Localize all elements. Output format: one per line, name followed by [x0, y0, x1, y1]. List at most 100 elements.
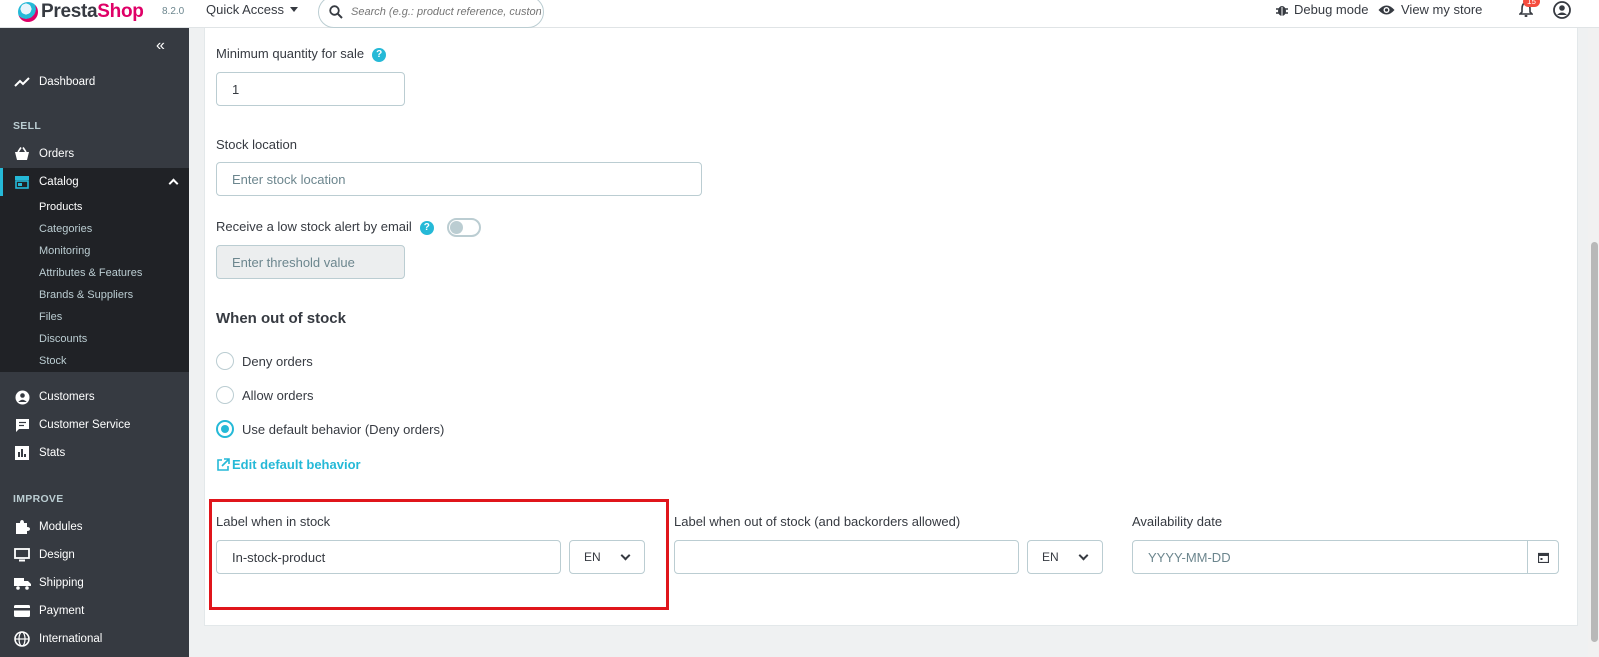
globe-icon — [13, 630, 31, 648]
truck-icon — [13, 574, 31, 592]
quick-access-label: Quick Access — [206, 2, 285, 17]
submenu-item-files[interactable]: Files — [0, 306, 189, 328]
sidebar-item-catalog[interactable]: Catalog — [0, 168, 189, 196]
scrollbar-thumb[interactable] — [1591, 242, 1598, 642]
chevron-down-icon — [1078, 550, 1089, 561]
radio-default-label: Use default behavior (Deny orders) — [242, 421, 445, 437]
view-store-label: View my store — [1401, 2, 1483, 17]
search-box[interactable] — [318, 0, 544, 28]
logo-text: PrestaShop — [41, 1, 144, 22]
sidebar-item-stats[interactable]: Stats — [0, 439, 189, 467]
eye-icon — [1378, 5, 1395, 14]
collapse-sidebar-icon[interactable]: « — [156, 37, 165, 55]
low-stock-alert-text: Receive a low stock alert by email — [216, 219, 412, 234]
section-improve: IMPROVE — [13, 493, 64, 505]
bug-icon — [1276, 5, 1288, 16]
radio-allow-label: Allow orders — [242, 387, 314, 403]
sidebar-item-international[interactable]: International — [0, 625, 189, 653]
credit-card-icon — [13, 602, 31, 620]
threshold-input[interactable] — [216, 245, 405, 279]
open-in-new-icon — [217, 457, 230, 471]
submenu-item-attributes-features[interactable]: Attributes & Features — [0, 262, 189, 284]
view-store-link[interactable]: View my store — [1378, 2, 1482, 17]
sidebar-item-label: Stats — [39, 447, 66, 459]
toggle-knob — [450, 221, 463, 234]
submenu-item-discounts[interactable]: Discounts — [0, 328, 189, 350]
search-input[interactable] — [351, 6, 541, 18]
debug-mode-label: Debug mode — [1294, 2, 1369, 17]
prestashop-logo-icon — [18, 2, 38, 22]
radio-circle — [216, 386, 234, 404]
highlight-box — [209, 499, 669, 610]
sidebar-item-label: International — [39, 633, 103, 645]
sidebar-item-label: Customer Service — [39, 419, 131, 431]
availability-date-label: Availability date — [1132, 514, 1223, 529]
shopping-basket-icon — [13, 145, 31, 163]
stock-location-input[interactable] — [216, 162, 702, 196]
sidebar-item-label: Payment — [39, 605, 85, 617]
puzzle-icon — [13, 518, 31, 536]
user-account-icon[interactable] — [1553, 1, 1571, 19]
store-icon — [13, 173, 31, 191]
sidebar-item-label: Orders — [39, 148, 75, 160]
sidebar-item-design[interactable]: Design — [0, 541, 189, 569]
sidebar-item-label: Modules — [39, 521, 83, 533]
label-out-of-stock-label: Label when out of stock (and backorders … — [674, 514, 961, 529]
radio-allow-orders[interactable]: Allow orders — [216, 386, 314, 404]
sidebar-item-customer-service[interactable]: Customer Service — [0, 411, 189, 439]
sidebar-item-label: Customers — [39, 391, 95, 403]
monitor-icon — [13, 546, 31, 564]
min-qty-label: Minimum quantity for sale? — [216, 46, 387, 62]
out-of-stock-heading: When out of stock — [216, 310, 346, 327]
sidebar-item-shipping[interactable]: Shipping — [0, 569, 189, 597]
sidebar-item-orders[interactable]: Orders — [0, 140, 189, 168]
submenu-item-monitoring[interactable]: Monitoring — [0, 240, 189, 262]
min-qty-label-text: Minimum quantity for sale — [216, 46, 365, 61]
section-sell: SELL — [13, 120, 42, 132]
calendar-icon — [1537, 552, 1549, 563]
availability-date-input[interactable] — [1132, 540, 1528, 574]
chevron-up-icon — [168, 178, 179, 189]
edit-default-behavior-label: Edit default behavior — [232, 457, 361, 472]
search-icon — [329, 5, 343, 19]
language-select-out-of-stock[interactable]: EN — [1027, 540, 1103, 574]
help-icon[interactable]: ? — [419, 220, 434, 235]
sidebar-item-modules[interactable]: Modules — [0, 513, 189, 541]
language-code: EN — [1042, 550, 1059, 564]
sidebar-item-label: Design — [39, 549, 75, 561]
sidebar-item-customers[interactable]: Customers — [0, 383, 189, 411]
low-stock-alert-toggle[interactable] — [447, 218, 481, 237]
prestashop-logo[interactable]: PrestaShop — [18, 0, 144, 24]
min-qty-input[interactable] — [216, 72, 405, 106]
radio-circle — [216, 352, 234, 370]
radio-deny-orders[interactable]: Deny orders — [216, 352, 313, 370]
debug-mode-link[interactable]: Debug mode — [1276, 2, 1368, 17]
notifications-badge: 15 — [1523, 0, 1540, 7]
submenu-item-categories[interactable]: Categories — [0, 218, 189, 240]
submenu-item-brands-suppliers[interactable]: Brands & Suppliers — [0, 284, 189, 306]
help-icon[interactable]: ? — [372, 47, 387, 62]
radio-deny-label: Deny orders — [242, 353, 313, 369]
sidebar-item-dashboard[interactable]: Dashboard — [0, 68, 189, 96]
chat-icon — [13, 416, 31, 434]
account-circle-icon — [13, 388, 31, 406]
radio-default-behavior[interactable]: Use default behavior (Deny orders) — [216, 420, 444, 438]
low-stock-alert-label: Receive a low stock alert by email? — [216, 219, 434, 235]
sidebar-item-label: Shipping — [39, 577, 84, 589]
sidebar-item-label: Catalog — [39, 176, 79, 188]
submenu-item-stock[interactable]: Stock — [0, 350, 189, 372]
edit-default-behavior-link[interactable]: Edit default behavior — [216, 457, 361, 472]
sidebar-item-payment[interactable]: Payment — [0, 597, 189, 625]
caret-down-icon — [290, 7, 299, 12]
trending-up-icon — [13, 73, 31, 91]
bar-chart-icon — [13, 444, 31, 462]
top-header: PrestaShop 8.2.0 Quick Access Debug mode… — [0, 0, 1599, 28]
submenu-item-products[interactable]: Products — [0, 196, 189, 218]
calendar-button[interactable] — [1527, 540, 1559, 574]
sidebar-item-label: Dashboard — [39, 76, 96, 88]
radio-circle-selected — [216, 420, 234, 438]
quick-access-dropdown[interactable]: Quick Access — [206, 2, 299, 17]
sidebar: « Dashboard SELL Orders Catalog Products… — [0, 28, 189, 657]
label-out-of-stock-input[interactable] — [674, 540, 1019, 574]
stock-location-label: Stock location — [216, 137, 297, 152]
